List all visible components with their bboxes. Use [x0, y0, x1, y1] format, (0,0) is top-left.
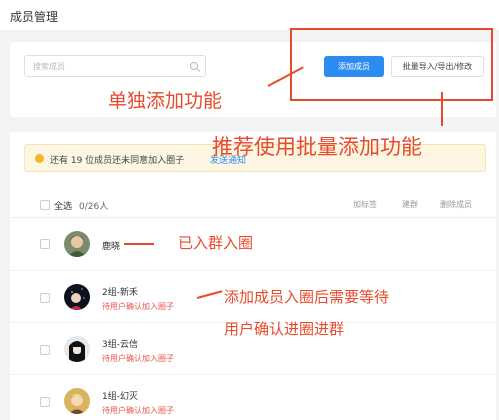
member-name: 鹿晓 [102, 242, 121, 252]
search-input[interactable]: 搜索成员 [24, 55, 206, 77]
annotation-recommend-bulk: 推荐使用批量添加功能 [212, 135, 422, 159]
pending-status: 待用户确认加入圈子 [102, 302, 174, 311]
row-checkbox[interactable] [40, 293, 50, 303]
select-all-checkbox[interactable] [40, 200, 50, 210]
annotation-highlight-box [290, 28, 493, 101]
list-header: 全选 0/26人 加标签 建群 删除成员 [10, 192, 496, 218]
member-row: 1组-幻灭 待用户确认加入圈子 [10, 375, 496, 420]
delete-member-action[interactable]: 删除成员 [440, 199, 472, 210]
row-checkbox[interactable] [40, 345, 50, 355]
select-all-label[interactable]: 全选 [54, 199, 72, 212]
row-checkbox[interactable] [40, 239, 50, 249]
add-tag-action[interactable]: 加标签 [353, 199, 377, 210]
annotation-joined: 已入群入圈 [178, 234, 254, 252]
search-icon[interactable] [190, 62, 198, 70]
info-icon [35, 154, 44, 163]
page-title: 成员管理 [10, 10, 59, 24]
search-placeholder: 搜索成员 [33, 62, 65, 71]
annotation-wait-line2: 用户确认进圈进群 [224, 320, 345, 338]
pending-status: 待用户确认加入圈子 [102, 354, 174, 363]
avatar [64, 231, 90, 257]
annotation-single-add: 单独添加功能 [108, 90, 223, 112]
row-checkbox[interactable] [40, 397, 50, 407]
annotation-wait-line1: 添加成员入圈后需要等待 [224, 288, 390, 306]
top-bar: 成员管理 [0, 0, 499, 30]
avatar [64, 388, 90, 414]
create-group-action[interactable]: 建群 [402, 199, 418, 210]
member-name: 3组-云信 [102, 340, 138, 350]
pending-status: 待用户确认加入圈子 [102, 406, 174, 415]
annotation-dash-line [124, 243, 154, 245]
member-list-card: 还有 19 位成员还未同意加入圈子 发送通知 全选 0/26人 加标签 建群 删… [10, 132, 496, 420]
member-count: 0/26人 [79, 202, 109, 212]
avatar [64, 284, 90, 310]
annotation-connector-line [441, 92, 443, 126]
notice-text: 还有 19 位成员还未同意加入圈子 [50, 156, 185, 166]
member-name: 1组-幻灭 [102, 392, 138, 402]
avatar [64, 336, 90, 362]
member-name: 2组-新禾 [102, 288, 138, 298]
